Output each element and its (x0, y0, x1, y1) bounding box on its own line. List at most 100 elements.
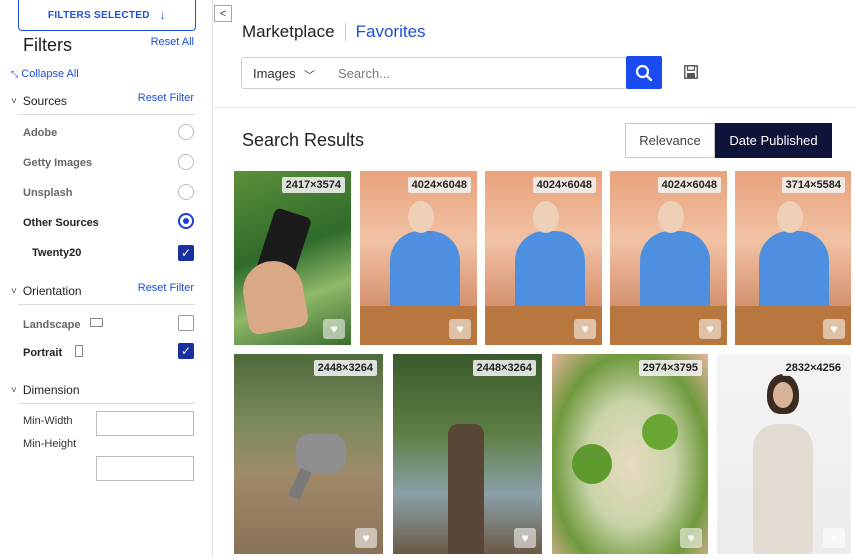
min-height-label: Min-Height (23, 438, 77, 450)
sort-toggle-group: Relevance Date Published (625, 123, 832, 158)
filters-selected-button[interactable]: FILTERS SELECTED ↓ (18, 0, 196, 31)
heart-icon[interactable]: ♥ (449, 319, 471, 339)
collapse-icon: ⤡ (11, 69, 19, 79)
result-image-card[interactable]: 2832×4256 ♥ (717, 354, 851, 554)
result-image-card[interactable]: 4024×6048 ♥ (360, 171, 477, 345)
source-option-adobe: Adobe (23, 127, 58, 139)
tab-favorites[interactable]: Favorites (356, 22, 426, 42)
dimension-section-toggle[interactable]: ˅ Dimension (11, 383, 80, 397)
face-shape (533, 201, 559, 233)
collapse-all-link[interactable]: ⤡ Collapse All (11, 68, 79, 80)
landscape-checkbox[interactable] (178, 315, 194, 331)
reset-all-link[interactable]: Reset All (151, 36, 194, 48)
image-dimensions-badge: 4024×6048 (532, 177, 596, 193)
source-option-other: Other Sources (23, 217, 99, 229)
main-tabs: Marketplace Favorites (242, 22, 426, 42)
result-image-card[interactable]: 2417×3574 ♥ (234, 171, 351, 345)
landscape-icon (90, 318, 103, 327)
media-type-value: Images (253, 65, 295, 81)
image-dimensions-badge: 2417×3574 (281, 177, 345, 193)
search-input[interactable] (327, 57, 627, 89)
orientation-section-toggle[interactable]: ˅ Orientation (11, 284, 82, 298)
result-image-card[interactable]: 2448×3264 ♥ (393, 354, 542, 554)
media-type-select[interactable]: Images ﹀ (241, 57, 328, 89)
image-dimensions-badge: 2448×3264 (313, 360, 377, 376)
tab-divider (344, 23, 346, 41)
min-height-input[interactable] (96, 456, 194, 481)
face-shape (658, 201, 684, 233)
source-radio-unsplash[interactable] (178, 184, 194, 200)
result-image-card[interactable]: 2974×3795 ♥ (552, 354, 708, 554)
image-dimensions-badge: 4024×6048 (657, 177, 721, 193)
heart-icon[interactable]: ♥ (355, 528, 377, 548)
heart-icon[interactable]: ♥ (699, 319, 721, 339)
image-dimensions-badge: 2448×3264 (472, 360, 536, 376)
search-button[interactable] (626, 56, 662, 89)
filters-selected-label: FILTERS SELECTED (47, 9, 150, 21)
arrow-down-icon: ↓ (159, 8, 167, 22)
broccoli-shape (572, 444, 612, 484)
source-radio-getty[interactable] (178, 154, 194, 170)
heart-icon[interactable]: ♥ (323, 319, 345, 339)
chevron-down-icon: ﹀ (304, 70, 315, 82)
face-shape (408, 201, 434, 233)
search-results-title: Search Results (242, 130, 365, 150)
chevron-down-icon: ˅ (11, 95, 17, 107)
heart-icon[interactable]: ♥ (823, 528, 845, 548)
source-option-getty: Getty Images (23, 157, 93, 169)
filters-sidebar: FILTERS SELECTED ↓ Filters Reset All ⤡ C… (0, 0, 213, 558)
min-width-label: Min-Width (23, 415, 73, 427)
sources-section-toggle[interactable]: ˅ Sources (11, 94, 67, 108)
heart-icon[interactable]: ♥ (574, 319, 596, 339)
image-dimensions-badge: 4024×6048 (407, 177, 471, 193)
orientation-option-landscape: Landscape (23, 319, 81, 331)
dimension-label: Dimension (22, 383, 80, 397)
collapse-all-label: Collapse All (21, 68, 79, 80)
sort-date-published-button[interactable]: Date Published (715, 123, 832, 158)
image-dimensions-badge: 2832×4256 (781, 360, 845, 376)
heart-icon[interactable]: ♥ (823, 319, 845, 339)
portrait-icon (75, 345, 83, 357)
chevron-down-icon: ˅ (11, 285, 17, 297)
header-divider (214, 107, 855, 108)
orientation-option-portrait: Portrait (23, 347, 63, 359)
tab-marketplace[interactable]: Marketplace (242, 22, 335, 42)
result-image-card[interactable]: 3714×5584 ♥ (735, 171, 851, 345)
save-search-icon[interactable] (684, 65, 698, 79)
image-dimensions-badge: 3714×5584 (781, 177, 845, 193)
twenty20-checkbox[interactable]: ✓ (178, 245, 194, 261)
min-width-input[interactable] (96, 411, 194, 436)
orientation-label: Orientation (22, 284, 82, 298)
collapse-sidebar-button[interactable]: < (214, 5, 232, 22)
source-suboption-twenty20: Twenty20 (32, 247, 82, 259)
goat-shape (296, 434, 346, 474)
tree-trunk-shape (448, 424, 484, 554)
chevron-left-icon: < (219, 7, 227, 20)
sources-reset-filter-link[interactable]: Reset Filter (138, 92, 194, 104)
goat-head-shape (288, 467, 312, 501)
sources-label: Sources (22, 94, 67, 108)
portrait-checkbox[interactable]: ✓ (178, 343, 194, 359)
source-option-unsplash: Unsplash (23, 187, 73, 199)
hand-shape (238, 256, 310, 336)
result-image-card[interactable]: 4024×6048 ♥ (485, 171, 602, 345)
heart-icon[interactable]: ♥ (514, 528, 536, 548)
heart-icon[interactable]: ♥ (680, 528, 702, 548)
face-shape (777, 201, 803, 233)
result-image-card[interactable]: 2448×3264 ♥ (234, 354, 383, 554)
divider (18, 114, 195, 115)
face-shape (773, 382, 793, 408)
image-dimensions-badge: 2974×3795 (638, 360, 702, 376)
dress-shape (753, 424, 813, 554)
source-radio-adobe[interactable] (178, 124, 194, 140)
divider (18, 304, 195, 305)
search-icon (635, 64, 653, 81)
chevron-down-icon: ˅ (11, 384, 17, 396)
orientation-reset-filter-link[interactable]: Reset Filter (138, 282, 194, 294)
result-image-card[interactable]: 4024×6048 ♥ (610, 171, 727, 345)
source-radio-other[interactable] (178, 213, 194, 229)
sort-relevance-button[interactable]: Relevance (625, 123, 715, 158)
divider (18, 403, 195, 404)
broccoli-shape (642, 414, 678, 450)
filters-title: Filters (23, 35, 72, 55)
